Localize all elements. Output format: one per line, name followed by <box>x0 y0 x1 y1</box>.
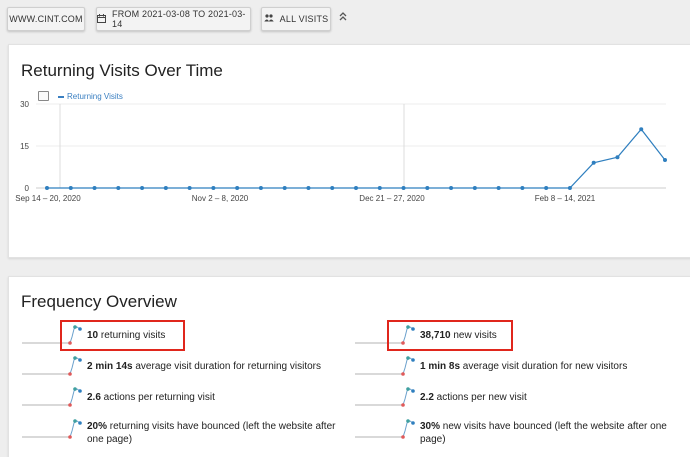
data-point <box>472 186 477 190</box>
data-point <box>258 186 263 190</box>
data-point <box>567 186 572 190</box>
frequency-row-value: 2.2 <box>420 391 434 403</box>
frequency-row-text: 20% returning visits have bounced (left … <box>87 420 347 446</box>
frequency-row-value: 2.6 <box>87 391 101 403</box>
highlight-new-visits <box>387 320 513 351</box>
frequency-row-text: 2 min 14s average visit duration for ret… <box>87 360 321 373</box>
data-point <box>449 186 454 190</box>
sparkline-icon[interactable] <box>22 417 84 441</box>
frequency-row-value: 20% <box>87 421 108 432</box>
frequency-row: 20% returning visits have bounced (left … <box>87 417 347 445</box>
data-point <box>68 186 73 190</box>
data-point <box>496 186 501 190</box>
frequency-row: 2.2 actions per new visit <box>420 385 690 409</box>
data-point <box>235 186 240 190</box>
data-point <box>377 186 382 190</box>
frequency-row-label: new visits have bounced (left the websit… <box>420 421 667 445</box>
sparkline-icon[interactable] <box>355 354 417 378</box>
frequency-row: 2.6 actions per returning visit <box>87 385 347 409</box>
frequency-row-label: average visit duration for new visitors <box>460 360 628 372</box>
x-tick-label: Sep 14 – 20, 2020 <box>15 194 81 203</box>
sparkline-icon[interactable] <box>22 354 84 378</box>
frequency-row-label: actions per new visit <box>433 391 527 403</box>
data-point <box>187 186 192 190</box>
sparkline-icon[interactable] <box>355 385 417 409</box>
data-point <box>591 160 596 165</box>
frequency-row: 2 min 14s average visit duration for ret… <box>87 354 347 378</box>
data-point <box>45 186 49 190</box>
line-chart: 0 15 30 Sep 14 – 20, 2020 Nov 2 – 8, 2020 Dec… <box>15 100 667 203</box>
frequency-card-title: Frequency Overview <box>21 292 177 311</box>
data-point <box>401 186 406 190</box>
data-point <box>425 186 430 190</box>
data-point <box>92 186 97 190</box>
data-point <box>116 186 121 190</box>
data-point <box>140 186 145 190</box>
frequency-row-label: returning visits have bounced (left the … <box>87 421 336 445</box>
data-point <box>663 158 667 162</box>
data-point <box>282 186 287 190</box>
frequency-row-text: 1 min 8s average visit duration for new … <box>420 360 627 373</box>
sparkline-icon[interactable] <box>355 417 417 441</box>
data-point <box>354 186 358 190</box>
x-tick-label: Nov 2 – 8, 2020 <box>192 194 249 203</box>
sparkline-icon[interactable] <box>22 385 84 409</box>
data-point <box>163 186 168 190</box>
frequency-row-label: actions per returning visit <box>100 391 215 403</box>
x-tick-label: Feb 8 – 14, 2021 <box>535 194 596 203</box>
frequency-row-text: 30% new visits have bounced (left the we… <box>420 420 690 446</box>
frequency-row-value: 1 min 8s <box>420 360 461 372</box>
highlight-returning-visits <box>60 320 185 351</box>
data-point <box>211 186 216 190</box>
data-point <box>639 127 644 132</box>
frequency-row-text: 2.2 actions per new visit <box>420 391 527 404</box>
frequency-row-value: 30% <box>420 421 441 432</box>
x-tick-label: Dec 21 – 27, 2020 <box>359 194 425 203</box>
frequency-row-label: average visit duration for returning vis… <box>132 360 322 372</box>
frequency-row: 30% new visits have bounced (left the we… <box>420 417 690 445</box>
y-tick-label: 30 <box>20 100 29 109</box>
frequency-row-value: 2 min 14s <box>87 360 133 372</box>
frequency-row-text: 2.6 actions per returning visit <box>87 391 215 404</box>
y-tick-label: 15 <box>20 142 29 151</box>
y-tick-label: 0 <box>25 184 30 193</box>
data-point <box>306 186 311 190</box>
data-point <box>615 155 620 160</box>
series-line-returning-visits <box>47 128 666 189</box>
frequency-row: 1 min 8s average visit duration for new … <box>420 354 690 378</box>
data-point <box>544 186 549 190</box>
data-point <box>330 186 335 190</box>
data-point <box>520 186 525 190</box>
